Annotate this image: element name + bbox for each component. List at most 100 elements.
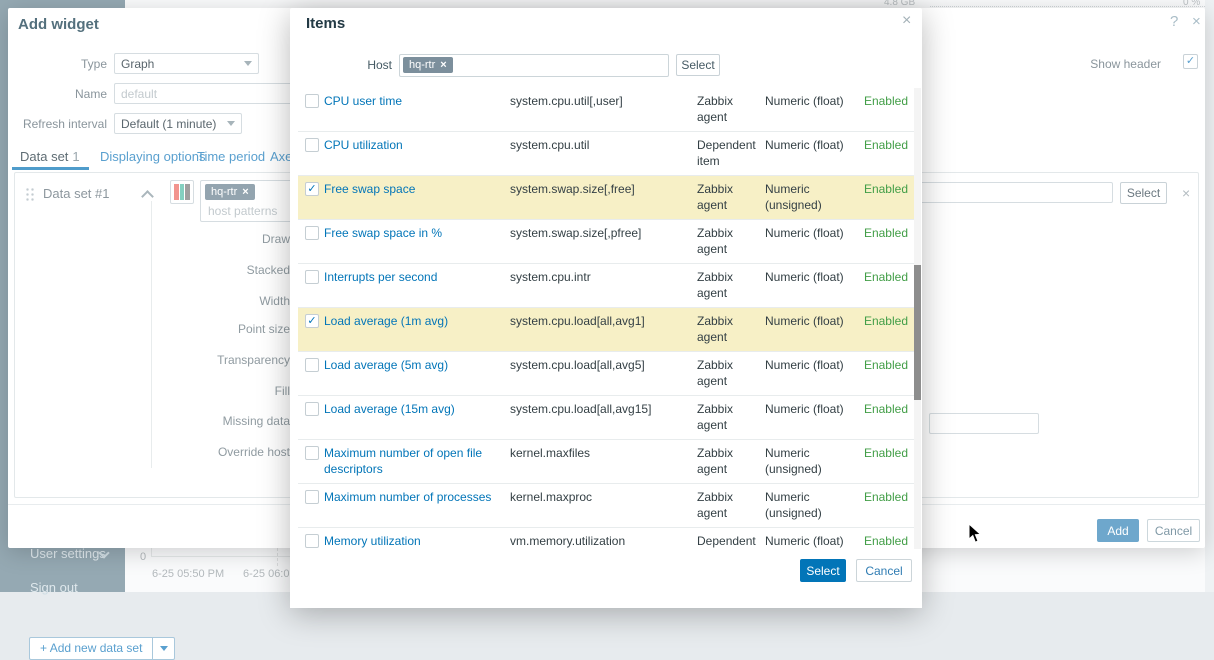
override-host-input[interactable] [929, 413, 1039, 434]
host-tag-chip: hq-rtr × [205, 184, 255, 200]
table-row: ✓ Free swap space system.swap.size[,free… [298, 176, 914, 220]
item-status: Enabled [848, 445, 908, 461]
dataset-row-label: Override host [15, 445, 290, 459]
item-name-link[interactable]: Free swap space in % [324, 225, 496, 241]
item-agent-type: Zabbix agent [697, 313, 759, 345]
item-key: system.cpu.intr [510, 269, 692, 285]
dataset-row-label: Missing data [15, 414, 290, 428]
dataset-row-label: Width [15, 294, 290, 308]
add-button[interactable]: Add [1097, 519, 1139, 542]
table-row: Free swap space in % system.swap.size[,p… [298, 220, 914, 264]
refresh-interval-value: Default (1 minute) [121, 117, 216, 131]
table-row: Load average (5m avg) system.cpu.load[al… [298, 352, 914, 396]
item-status: Enabled [848, 137, 908, 153]
plus-icon: + [40, 641, 47, 655]
close-icon[interactable]: × [902, 13, 911, 28]
table-row: Maximum number of processes kernel.maxpr… [298, 484, 914, 528]
item-agent-type: Zabbix agent [697, 225, 759, 257]
item-checkbox[interactable] [305, 490, 319, 504]
swatch-stripe [180, 184, 185, 200]
item-select-button[interactable]: Select [1120, 182, 1167, 204]
color-picker-swatch[interactable] [170, 180, 194, 204]
item-name-link[interactable]: Memory utilization [324, 533, 496, 549]
tab-badge: 1 [72, 149, 79, 164]
tab-displaying-options[interactable]: Displaying options [100, 149, 206, 164]
show-header-checkbox[interactable]: ✓ [1183, 54, 1198, 69]
item-checkbox[interactable] [305, 94, 319, 108]
chevron-down-icon [160, 646, 168, 651]
item-name-link[interactable]: Load average (1m avg) [324, 313, 496, 329]
swatch-stripe [185, 184, 190, 200]
item-name-link[interactable]: Load average (15m avg) [324, 401, 496, 417]
tab-data-set[interactable]: Data set 1 [20, 149, 80, 164]
remove-row-icon[interactable]: × [1182, 185, 1190, 201]
host-tag-label: hq-rtr [211, 186, 237, 198]
item-agent-type: Zabbix agent [697, 357, 759, 389]
item-key: system.swap.size[,free] [510, 181, 692, 197]
refresh-interval-label: Refresh interval [12, 117, 107, 131]
item-checkbox[interactable] [305, 270, 319, 284]
item-checkbox[interactable] [305, 446, 319, 460]
table-row: Maximum number of open file descriptors … [298, 440, 914, 484]
item-name-link[interactable]: Load average (5m avg) [324, 357, 496, 373]
item-checkbox[interactable] [305, 138, 319, 152]
select-button[interactable]: Select [800, 559, 846, 582]
item-name-link[interactable]: Free swap space [324, 181, 496, 197]
item-status: Enabled [848, 357, 908, 373]
cancel-button[interactable]: Cancel [856, 559, 912, 582]
item-status: Enabled [848, 313, 908, 329]
scrollbar-track[interactable] [914, 88, 921, 600]
item-agent-type: Zabbix agent [697, 445, 759, 477]
name-input[interactable] [114, 83, 316, 104]
chevron-down-icon [244, 61, 252, 66]
active-tab-underline [12, 167, 89, 170]
chevron-up-icon[interactable] [143, 190, 152, 199]
item-agent-type: Zabbix agent [697, 401, 759, 433]
item-checkbox[interactable] [305, 358, 319, 372]
tab-label: Data set [20, 149, 68, 164]
item-name-link[interactable]: CPU user time [324, 93, 496, 109]
table-row: Interrupts per second system.cpu.intr Za… [298, 264, 914, 308]
item-checkbox[interactable] [305, 226, 319, 240]
item-name-link[interactable]: CPU utilization [324, 137, 496, 153]
remove-icon[interactable]: × [440, 59, 446, 71]
item-status: Enabled [848, 489, 908, 505]
add-dataset-dropdown[interactable] [153, 637, 175, 660]
item-value-type: Numeric (float) [765, 533, 851, 549]
item-checkbox[interactable] [305, 402, 319, 416]
item-name-link[interactable]: Maximum number of open file descriptors [324, 445, 496, 477]
host-select-button[interactable]: Select [676, 54, 720, 76]
item-key: system.cpu.load[all,avg15] [510, 401, 692, 417]
scrollbar-thumb[interactable] [914, 265, 921, 400]
item-agent-type: Zabbix agent [697, 93, 759, 125]
dataset-row-label: Transparency [15, 353, 290, 367]
remove-icon[interactable]: × [242, 186, 248, 198]
modal-title: Items [306, 15, 345, 32]
swatch-stripe [174, 184, 179, 200]
item-value-type: Numeric (float) [765, 93, 851, 109]
item-status: Enabled [848, 93, 908, 109]
tab-time-period[interactable]: Time period [197, 149, 265, 164]
modal-footer: Select Cancel [290, 549, 922, 608]
item-agent-type: Zabbix agent [697, 181, 759, 213]
cancel-button[interactable]: Cancel [1147, 519, 1200, 542]
drag-handle-icon[interactable] [25, 187, 34, 201]
item-checkbox[interactable]: ✓ [305, 182, 319, 196]
host-input[interactable]: hq-rtr × [399, 54, 669, 77]
item-key: kernel.maxproc [510, 489, 692, 505]
item-agent-type: Zabbix agent [697, 269, 759, 301]
item-value-type: Numeric (float) [765, 137, 851, 153]
close-icon[interactable]: × [1192, 14, 1201, 29]
item-name-link[interactable]: Interrupts per second [324, 269, 496, 285]
type-select[interactable]: Graph [114, 53, 259, 74]
help-icon[interactable]: ? [1170, 14, 1178, 29]
dataset-row-label: Draw [15, 232, 290, 246]
refresh-interval-select[interactable]: Default (1 minute) [114, 113, 242, 134]
dataset-row-label: Fill [15, 384, 290, 398]
item-name-link[interactable]: Maximum number of processes [324, 489, 496, 505]
add-new-dataset-button[interactable]: + Add new data set [29, 637, 175, 660]
item-checkbox[interactable]: ✓ [305, 314, 319, 328]
item-checkbox[interactable] [305, 534, 319, 548]
table-row: CPU user time system.cpu.util[,user] Zab… [298, 88, 914, 132]
item-key: system.cpu.util [510, 137, 692, 153]
